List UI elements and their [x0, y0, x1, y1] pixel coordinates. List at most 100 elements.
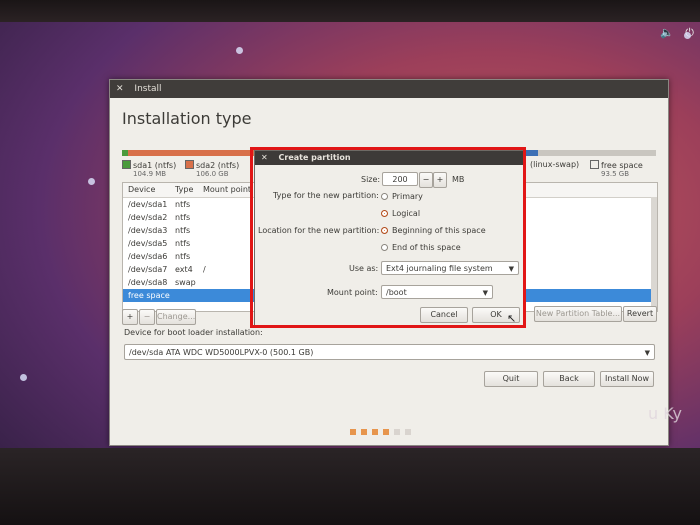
cell-device: /dev/sda6 [128, 252, 168, 261]
cell-device: free space [128, 291, 170, 300]
legend-size: 106.0 GB [196, 170, 229, 178]
bootloader-device-select[interactable]: /dev/sda ATA WDC WD5000LPVX-0 (500.1 GB)… [124, 344, 655, 360]
use-as-value: Ext4 journaling file system [386, 264, 493, 273]
cell-device: /dev/sda8 [128, 278, 168, 287]
wallpaper-dot [88, 178, 95, 185]
dropdown-arrow-icon: ▼ [508, 265, 514, 273]
legend-swatch [122, 160, 131, 169]
close-icon[interactable]: ✕ [116, 84, 124, 94]
radio-label: Primary [392, 192, 423, 201]
dropdown-arrow-icon: ▼ [644, 349, 650, 357]
new-partition-table-button[interactable]: New Partition Table... [534, 306, 622, 322]
beginning-radio[interactable]: Beginning of this space [381, 226, 486, 235]
volume-icon[interactable]: 🔈 [660, 26, 674, 39]
table-scrollbar[interactable] [651, 197, 657, 307]
radio-label: Logical [392, 209, 421, 218]
size-input[interactable]: 200 [382, 172, 418, 186]
progress-dot [372, 429, 378, 435]
logical-radio[interactable]: Logical [381, 209, 420, 218]
wallpaper-dot [236, 47, 243, 54]
quit-button[interactable]: Quit [484, 371, 538, 387]
radio-label: Beginning of this space [392, 226, 486, 235]
progress-dot [350, 429, 356, 435]
progress-dot [394, 429, 400, 435]
cell-device: /dev/sda2 [128, 213, 168, 222]
partition-type-label: Type for the new partition: [273, 191, 379, 200]
use-as-select[interactable]: Ext4 journaling file system ▼ [381, 261, 519, 275]
back-button[interactable]: Back [543, 371, 595, 387]
progress-dot [383, 429, 389, 435]
primary-radio[interactable]: Primary [381, 192, 423, 201]
install-now-button[interactable]: Install Now [600, 371, 654, 387]
size-decrement-button[interactable]: − [419, 172, 433, 188]
end-radio[interactable]: End of this space [381, 243, 461, 252]
screen-bezel-top [0, 0, 700, 22]
radio-selected-icon [381, 227, 388, 234]
cell-type: swap [175, 278, 196, 287]
radio-icon [381, 193, 388, 200]
wallpaper-dot [684, 32, 691, 39]
use-as-label: Use as: [349, 264, 379, 273]
cell-type: ext4 [175, 265, 193, 274]
legend-size: 93.5 GB [601, 170, 630, 178]
progress-dots [350, 420, 416, 439]
cell-type: ntfs [175, 226, 191, 235]
legend-name: sda1 (ntfs) [133, 161, 177, 170]
close-icon[interactable]: ✕ [261, 153, 268, 162]
legend-item: sda1 (ntfs) 104.9 MB [122, 160, 176, 178]
dialog-title: Create partition [278, 153, 351, 162]
radio-icon [381, 244, 388, 251]
cell-mount: / [203, 265, 206, 274]
progress-dot [361, 429, 367, 435]
legend-name: free space [601, 161, 643, 170]
screen-bezel-bottom [0, 448, 700, 525]
legend-name: (linux-swap) [530, 160, 580, 169]
cancel-button[interactable]: Cancel [420, 307, 468, 323]
cell-type: ntfs [175, 213, 191, 222]
cell-device: /dev/sda7 [128, 265, 168, 274]
legend-item: (linux-swap) [530, 160, 579, 169]
cell-device: /dev/sda3 [128, 226, 168, 235]
bootloader-label: Device for boot loader installation: [124, 328, 263, 337]
watermark-text: u Ky [648, 404, 683, 423]
cell-type: ntfs [175, 239, 191, 248]
partition-segment [538, 150, 656, 156]
size-unit: MB [452, 175, 465, 184]
change-partition-button[interactable]: Change... [156, 309, 196, 325]
legend-swatch [590, 160, 599, 169]
cell-device: /dev/sda5 [128, 239, 168, 248]
cell-type: ntfs [175, 200, 191, 209]
window-titlebar: ✕ Install [110, 80, 668, 98]
legend-item: sda2 (ntfs) 106.0 GB [185, 160, 239, 178]
remove-partition-button[interactable]: − [139, 309, 155, 325]
mount-point-label: Mount point: [327, 288, 378, 297]
wallpaper-dot [20, 374, 27, 381]
column-header[interactable]: Device [128, 183, 155, 197]
location-label: Location for the new partition: [258, 226, 380, 235]
progress-dot [405, 429, 411, 435]
column-header[interactable]: Mount point [203, 183, 251, 197]
add-partition-button[interactable]: + [122, 309, 138, 325]
page-title: Installation type [122, 109, 252, 128]
size-value: 200 [392, 175, 408, 184]
size-increment-button[interactable]: + [433, 172, 447, 188]
mount-point-combo[interactable]: /boot ▼ [381, 285, 493, 299]
dropdown-arrow-icon: ▼ [482, 289, 488, 297]
bootloader-value: /dev/sda ATA WDC WD5000LPVX-0 (500.1 GB) [129, 348, 314, 357]
legend-item: free space 93.5 GB [590, 160, 643, 178]
radio-label: End of this space [392, 243, 461, 252]
dialog-titlebar: ✕ Create partition [255, 151, 525, 165]
mouse-cursor-icon: ↖ [507, 312, 517, 325]
legend-name: sda2 (ntfs) [196, 161, 240, 170]
legend-swatch [185, 160, 194, 169]
cell-type: ntfs [175, 252, 191, 261]
radio-selected-icon [381, 210, 388, 217]
mount-point-value: /boot [386, 288, 407, 297]
create-partition-dialog: ✕ Create partition Size: 200 − + MB Type… [254, 150, 526, 326]
revert-button[interactable]: Revert [623, 306, 657, 322]
size-label: Size: [361, 175, 381, 184]
window-title: Install [134, 84, 162, 94]
column-header[interactable]: Type [175, 183, 193, 197]
cell-device: /dev/sda1 [128, 200, 168, 209]
legend-size: 104.9 MB [133, 170, 167, 178]
